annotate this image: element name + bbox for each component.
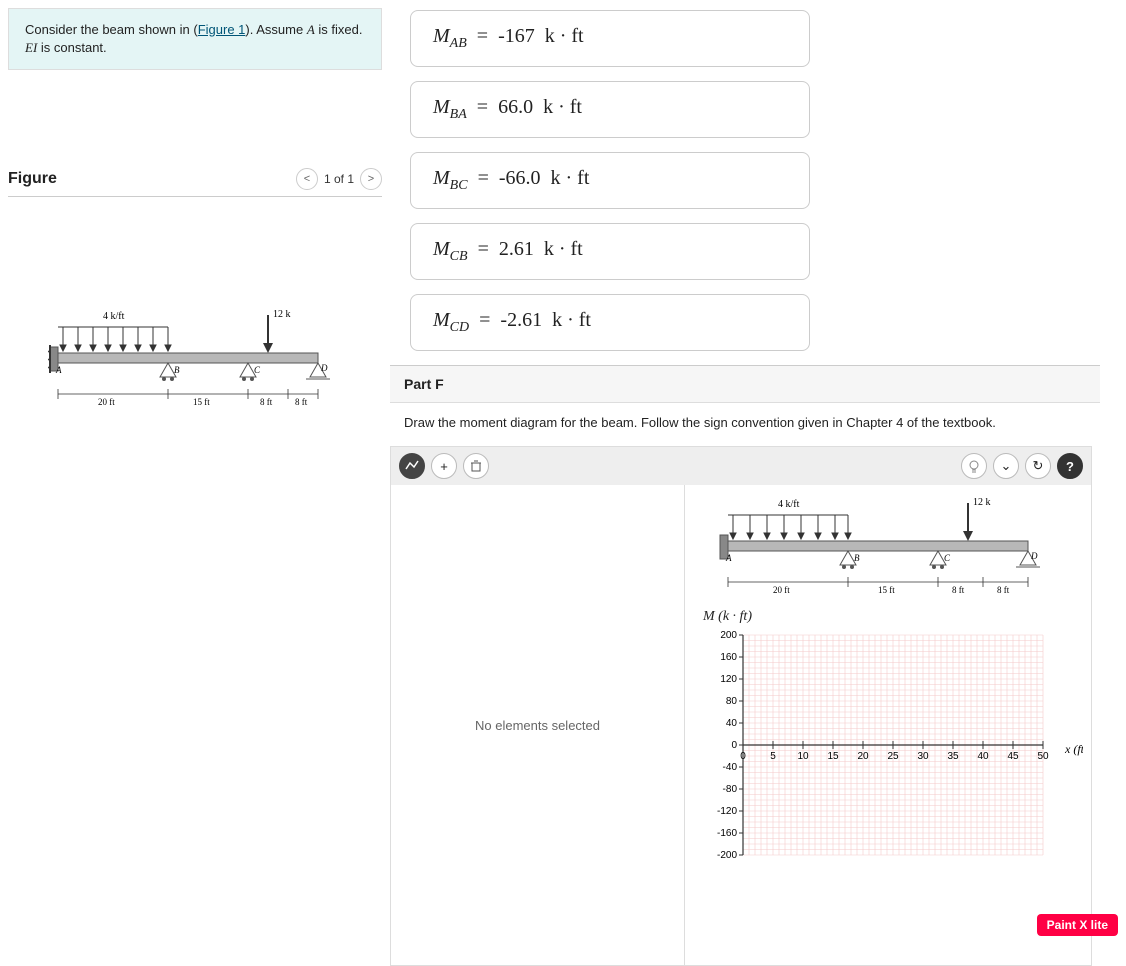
svg-text:20 ft: 20 ft <box>773 585 790 595</box>
figure-next-button[interactable]: > <box>360 168 382 190</box>
svg-text:35: 35 <box>947 751 959 762</box>
part-f-instruction: Draw the moment diagram for the beam. Fo… <box>390 403 1100 442</box>
beam-figure: 4 k/ft 12 k A B C D 20 ft <box>48 307 358 417</box>
svg-text:20: 20 <box>857 751 869 762</box>
svg-text:50: 50 <box>1037 751 1049 762</box>
svg-text:8 ft: 8 ft <box>260 397 273 407</box>
point-load-label: 12 k <box>273 309 291 320</box>
svg-text:15 ft: 15 ft <box>878 585 895 595</box>
svg-text:40: 40 <box>977 751 989 762</box>
figure-prev-button[interactable]: < <box>296 168 318 190</box>
svg-text:40: 40 <box>726 718 738 729</box>
paint-x-lite-badge: Paint X lite <box>1037 914 1118 936</box>
svg-text:160: 160 <box>720 652 737 663</box>
figure-page-indicator: 1 of 1 <box>324 172 354 186</box>
svg-text:80: 80 <box>726 696 738 707</box>
svg-text:A: A <box>725 553 732 563</box>
drawing-canvas[interactable]: 4 k/ft 12 k A B C D 20 ft 15 f <box>685 485 1091 965</box>
svg-text:-160: -160 <box>717 828 737 839</box>
reset-icon[interactable]: ↻ <box>1025 453 1051 479</box>
part-f-header: Part F <box>390 365 1100 403</box>
drawing-toolbar: + ⌄ ↻ ? <box>391 447 1091 485</box>
add-element-button[interactable]: + <box>431 453 457 479</box>
svg-text:-120: -120 <box>717 806 737 817</box>
svg-text:8 ft: 8 ft <box>295 397 308 407</box>
svg-text:12 k: 12 k <box>973 497 991 508</box>
svg-text:45: 45 <box>1007 751 1019 762</box>
svg-text:0: 0 <box>731 740 737 751</box>
svg-text:8 ft: 8 ft <box>952 585 965 595</box>
svg-text:30: 30 <box>917 751 929 762</box>
help-icon[interactable]: ? <box>1057 453 1083 479</box>
moment-chart[interactable]: M (k · ft) -200-160-120-80-4004080120160… <box>693 609 1083 888</box>
selection-info: No elements selected <box>391 485 685 965</box>
chevron-down-icon[interactable]: ⌄ <box>993 453 1019 479</box>
svg-text:B: B <box>854 553 860 563</box>
chart-tool-icon[interactable] <box>399 453 425 479</box>
svg-text:25: 25 <box>887 751 899 762</box>
answer-mba: MBA = 66.0 k · ft <box>410 81 810 138</box>
svg-text:20 ft: 20 ft <box>98 397 115 407</box>
svg-text:x (ft): x (ft) <box>1064 742 1083 756</box>
svg-text:C: C <box>944 553 951 563</box>
answer-mab: MAB = -167 k · ft <box>410 10 810 67</box>
svg-text:10: 10 <box>797 751 809 762</box>
answer-mbc: MBC = -66.0 k · ft <box>410 152 810 209</box>
svg-text:-200: -200 <box>717 850 737 861</box>
svg-text:D: D <box>320 363 328 373</box>
problem-text: Consider the beam shown in ( <box>25 22 198 37</box>
svg-text:120: 120 <box>720 674 737 685</box>
delete-element-button[interactable] <box>463 453 489 479</box>
figure-nav: < 1 of 1 > <box>296 168 382 190</box>
svg-text:-80: -80 <box>723 784 738 795</box>
hint-icon[interactable] <box>961 453 987 479</box>
figure-link[interactable]: Figure 1 <box>198 22 246 37</box>
drawing-panel: + ⌄ ↻ ? No elements selected <box>390 446 1092 966</box>
svg-text:C: C <box>254 365 261 375</box>
figure-title: Figure <box>8 170 57 188</box>
dist-load-label: 4 k/ft <box>103 311 125 322</box>
svg-text:5: 5 <box>770 751 776 762</box>
svg-text:0: 0 <box>740 751 746 762</box>
svg-text:B: B <box>174 365 180 375</box>
svg-text:15: 15 <box>827 751 839 762</box>
svg-text:15 ft: 15 ft <box>193 397 210 407</box>
svg-text:4 k/ft: 4 k/ft <box>778 499 800 510</box>
svg-text:8 ft: 8 ft <box>997 585 1010 595</box>
svg-text:A: A <box>55 365 62 375</box>
svg-text:200: 200 <box>720 630 737 641</box>
chart-ylabel: M (k · ft) <box>703 609 1083 625</box>
svg-text:-40: -40 <box>723 762 738 773</box>
answer-mcd: MCD = -2.61 k · ft <box>410 294 810 351</box>
problem-statement: Consider the beam shown in (Figure 1). A… <box>8 8 382 70</box>
svg-text:D: D <box>1030 551 1038 561</box>
answer-mcb: MCB = 2.61 k · ft <box>410 223 810 280</box>
